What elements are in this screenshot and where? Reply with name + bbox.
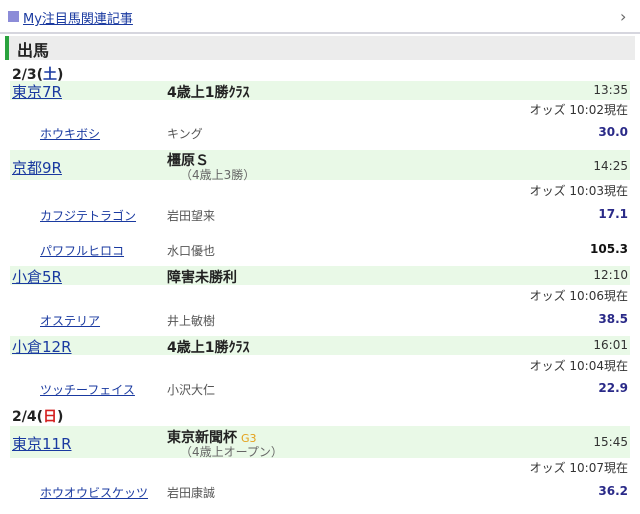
jockey-name: 岩田康誠: [167, 486, 216, 500]
section-title: 出馬: [17, 41, 50, 60]
odds-value: 36.2: [598, 484, 628, 498]
race-link[interactable]: 京都9R: [12, 157, 62, 178]
jockey-name: 岩田望来: [167, 209, 216, 223]
horse-link[interactable]: ツッチーフェイス: [40, 381, 135, 398]
race-link[interactable]: 小倉12R: [12, 336, 72, 357]
horse-link[interactable]: ホウオウビスケッツ: [40, 484, 148, 501]
odds-value: 38.5: [598, 312, 628, 326]
race-row: 小倉5R 障害未勝利 12:10: [10, 266, 630, 287]
jockey-name: 水口優也: [167, 244, 216, 258]
day-of-week: 日: [43, 409, 57, 425]
race-row: 京都9R 橿原Ｓ （4歳上3勝） 14:25: [10, 150, 630, 182]
odds-timestamp: オッズ 10:07現在: [529, 461, 628, 475]
horse-link[interactable]: パワフルヒロコ: [40, 242, 124, 259]
race-row: 小倉12R 4歳上1勝ｸﾗｽ 16:01: [10, 336, 630, 357]
odds-timestamp: オッズ 10:03現在: [529, 184, 628, 198]
jockey-name: 小沢大仁: [167, 383, 216, 397]
odds-value: 105.3: [590, 242, 628, 256]
race-title: 4歳上1勝ｸﾗｽ: [167, 85, 250, 101]
square-bullet-icon: [8, 11, 19, 22]
my-featured-horse-articles-link[interactable]: My注目馬関連記事 ›: [0, 0, 640, 34]
odds-timestamp: オッズ 10:06現在: [529, 289, 628, 303]
odds-value: 22.9: [598, 381, 628, 395]
race-time: 15:45: [593, 435, 628, 449]
race-title: 4歳上1勝ｸﾗｽ: [167, 340, 250, 356]
race-row: 東京11R 東京新聞杯 G3 （4歳上オープン） 15:45: [10, 426, 630, 459]
race-class: （4歳上3勝）: [180, 168, 256, 182]
race-time: 14:25: [593, 159, 628, 173]
race-time: 12:10: [593, 268, 628, 282]
odds-timestamp: オッズ 10:04現在: [529, 359, 628, 373]
race-time: 16:01: [593, 338, 628, 352]
horse-link[interactable]: オステリア: [40, 312, 100, 329]
race-link[interactable]: 小倉5R: [12, 266, 62, 287]
race-row: 東京7R 4歳上1勝ｸﾗｽ 13:35: [10, 81, 630, 102]
horse-link[interactable]: カフジテトラゴン: [40, 207, 136, 224]
articles-link-label[interactable]: My注目馬関連記事: [23, 8, 133, 27]
horse-link[interactable]: ホウキボシ: [40, 125, 100, 142]
race-link[interactable]: 東京11R: [12, 433, 72, 454]
jockey-name: 井上敏樹: [167, 314, 216, 328]
race-class: （4歳上オープン）: [180, 445, 283, 459]
odds-value: 17.1: [598, 207, 628, 221]
date-label: 2/4(: [12, 409, 43, 425]
date-close: ): [57, 409, 64, 425]
chevron-right-icon: ›: [620, 7, 627, 26]
race-time: 13:35: [593, 83, 628, 97]
race-link[interactable]: 東京7R: [12, 81, 62, 102]
date-heading: 2/4(日): [12, 406, 63, 426]
section-header: 出馬: [5, 36, 635, 60]
jockey-name: キング: [167, 127, 203, 141]
race-title: 障害未勝利: [167, 270, 237, 286]
odds-timestamp: オッズ 10:02現在: [529, 103, 628, 117]
odds-value: 30.0: [598, 125, 628, 139]
